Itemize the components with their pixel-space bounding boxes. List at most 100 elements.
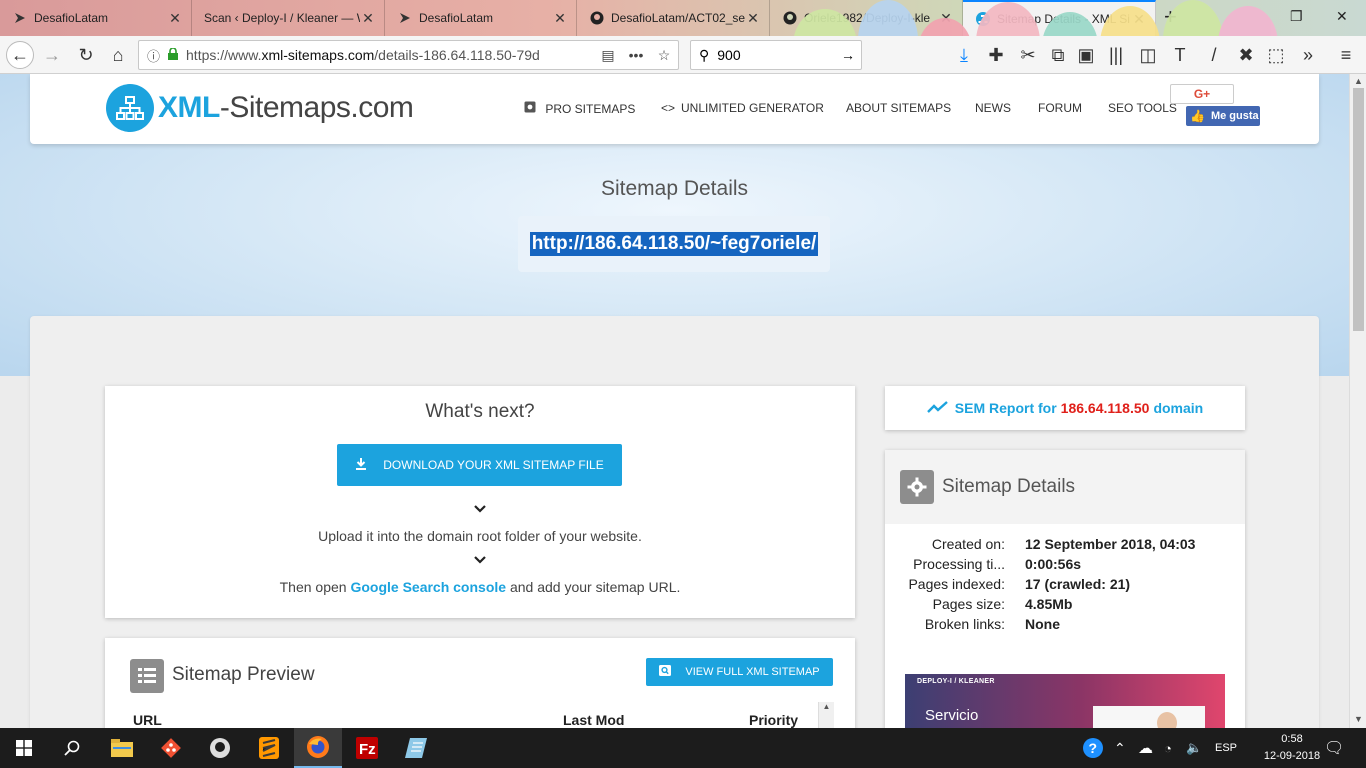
back-button[interactable]: ← xyxy=(6,41,34,69)
scrollbar-thumb[interactable] xyxy=(1353,88,1364,331)
nav-label: PRO SITEMAPS xyxy=(545,102,636,116)
paste-icon[interactable]: ▣ xyxy=(1072,41,1100,69)
close-window-icon[interactable]: ✕ xyxy=(1336,8,1348,25)
start-button[interactable] xyxy=(0,728,48,768)
more-actions-icon[interactable]: ••• xyxy=(622,47,650,63)
copy-icon[interactable]: ⧉ xyxy=(1044,41,1072,69)
browser-tab[interactable]: DesafioLatam ✕ xyxy=(0,0,192,36)
text-tool-icon[interactable]: T xyxy=(1166,41,1194,69)
download-icon[interactable]: ⤓ xyxy=(950,41,978,69)
close-icon[interactable]: ✕ xyxy=(745,10,761,27)
nav-unlimited-generator[interactable]: <> UNLIMITED GENERATOR xyxy=(661,101,824,115)
browser-tab[interactable]: Scan ‹ Deploy-I / Kleaner — W ✕ xyxy=(192,0,385,36)
sitemap-preview-card: Sitemap Preview VIEW FULL XML SITEMAP UR… xyxy=(105,638,855,738)
svg-text:Fz: Fz xyxy=(359,741,376,758)
column-header-priority[interactable]: Priority xyxy=(749,712,798,728)
browser-tab-strip: DesafioLatam ✕ Scan ‹ Deploy-I / Kleaner… xyxy=(0,0,1366,36)
cut-icon[interactable]: ✂ xyxy=(1014,41,1042,69)
overflow-chevron-icon[interactable]: » xyxy=(1294,41,1322,69)
view-button-label: VIEW FULL XML SITEMAP xyxy=(685,666,820,678)
tab-label: DesafioLatam xyxy=(419,11,494,25)
close-icon[interactable]: ✕ xyxy=(1131,11,1147,28)
reload-button[interactable]: ↻ xyxy=(72,41,100,69)
sem-report-card[interactable]: SEM Report for 186.64.118.50 domain xyxy=(885,386,1245,430)
detail-value: 4.85Mb xyxy=(1025,596,1073,612)
nav-label: ABOUT SITEMAPS xyxy=(846,101,952,115)
promo-banner-image[interactable]: DEPLOY-I / KLEANER Servicio xyxy=(905,674,1225,734)
restore-window-icon[interactable]: ❐ xyxy=(1290,8,1303,25)
chevron-up-icon[interactable]: ⌃ xyxy=(1114,728,1126,768)
info-icon[interactable]: ⓘ xyxy=(147,46,160,65)
new-tab-button[interactable]: + xyxy=(1164,4,1177,30)
bookmark-star-icon[interactable]: ☆ xyxy=(650,47,678,64)
nav-about-sitemaps[interactable]: ABOUT SITEMAPS xyxy=(846,101,951,115)
home-button[interactable]: ⌂ xyxy=(104,41,132,69)
forward-button[interactable]: → xyxy=(38,41,66,69)
hamburger-menu-icon[interactable]: ≡ xyxy=(1332,41,1360,69)
search-input[interactable]: ⚲ 900 → xyxy=(690,40,862,70)
sitemap-url[interactable]: http://186.64.118.50/~feg7oriele/ xyxy=(529,232,819,256)
help-icon[interactable]: ? xyxy=(1082,728,1104,768)
address-bar[interactable]: ⓘ https://www.xml-sitemaps.com/details-1… xyxy=(138,40,679,70)
column-header-url[interactable]: URL xyxy=(133,712,162,728)
sublime-text-button[interactable] xyxy=(245,728,293,768)
language-indicator[interactable]: ESP xyxy=(1215,728,1237,768)
search-button[interactable] xyxy=(48,728,96,768)
url-domain: xml-sitemaps.com xyxy=(261,47,375,63)
nav-forum[interactable]: FORUM xyxy=(1038,101,1082,115)
extension-icon[interactable]: ✖ xyxy=(1232,41,1260,69)
download-sitemap-button[interactable]: DOWNLOAD YOUR XML SITEMAP FILE xyxy=(337,444,622,486)
scroll-up-icon[interactable]: ▲ xyxy=(1350,76,1366,86)
sitemap-url-box[interactable]: http://186.64.118.50/~feg7oriele/ xyxy=(518,216,830,272)
close-icon[interactable]: ✕ xyxy=(552,10,568,27)
file-explorer-button[interactable] xyxy=(98,728,146,768)
sitemap-logo-icon xyxy=(106,84,154,132)
browser-tab-active[interactable]: Sitemap Details - XML Si ✕ xyxy=(963,0,1156,36)
browser-tab[interactable]: DesafioLatam ✕ xyxy=(385,0,577,36)
volume-icon[interactable]: 🔈 xyxy=(1186,728,1202,768)
clock[interactable]: 0:58 12-09-2018 xyxy=(1262,731,1322,765)
screenshot-icon[interactable]: ⬚ xyxy=(1262,41,1290,69)
close-icon[interactable]: ✕ xyxy=(938,10,954,27)
detail-key: Pages indexed: xyxy=(908,576,1005,592)
scroll-up-icon[interactable]: ▲ xyxy=(819,702,834,711)
notepad-app-button[interactable] xyxy=(392,728,440,768)
url-path: /details-186.64.118.50-79d xyxy=(374,47,540,63)
site-logo[interactable]: XML-Sitemaps.com xyxy=(106,84,414,132)
cloud-icon[interactable]: ☁ xyxy=(1138,728,1153,768)
firefox-button[interactable] xyxy=(294,728,342,768)
nav-pro-sitemaps[interactable]: PRO SITEMAPS xyxy=(524,101,635,116)
facebook-like-button[interactable]: 👍 Me gusta xyxy=(1186,106,1260,126)
google-plus-button[interactable]: G+ xyxy=(1170,84,1234,104)
scroll-down-icon[interactable]: ▼ xyxy=(1350,714,1366,724)
library-icon[interactable]: ||| xyxy=(1102,41,1130,69)
windows-icon xyxy=(16,740,32,756)
column-header-last-mod[interactable]: Last Mod xyxy=(563,712,624,728)
eyedropper-icon[interactable]: / xyxy=(1200,41,1228,69)
whats-next-card: What's next? DOWNLOAD YOUR XML SITEMAP F… xyxy=(105,386,855,618)
wifi-icon[interactable]: ◔ xyxy=(1164,728,1172,768)
detail-row: Created on: 12 September 2018, 04:03 xyxy=(885,536,1245,556)
go-arrow-icon[interactable]: → xyxy=(841,47,855,63)
detail-value: 0:00:56s xyxy=(1025,556,1082,572)
detail-key: Created on: xyxy=(931,536,1005,552)
close-icon[interactable]: ✕ xyxy=(167,10,183,27)
close-icon[interactable]: ✕ xyxy=(360,10,376,27)
git-app-button[interactable] xyxy=(147,728,195,768)
notifications-icon[interactable]: 🗨 xyxy=(1324,728,1344,768)
view-full-sitemap-button[interactable]: VIEW FULL XML SITEMAP xyxy=(646,658,833,686)
github-desktop-button[interactable] xyxy=(196,728,244,768)
browser-tab[interactable]: DesafioLatam/ACT02_se ✕ xyxy=(577,0,770,36)
nav-news[interactable]: NEWS xyxy=(975,101,1011,115)
reader-view-icon[interactable]: ▤ xyxy=(594,47,622,64)
sidebar-icon[interactable]: ◫ xyxy=(1134,41,1162,69)
google-search-console-link[interactable]: Google Search console xyxy=(350,579,506,595)
nav-seo-tools[interactable]: SEO TOOLS xyxy=(1108,101,1177,115)
filezilla-button[interactable]: Fz xyxy=(343,728,391,768)
details-header: Sitemap Details xyxy=(885,450,1245,524)
browser-tab[interactable]: Oriele1982/Deploy-I-kle ✕ xyxy=(770,0,963,36)
instruction-suffix: and add your sitemap URL. xyxy=(506,579,681,595)
page-scrollbar[interactable]: ▲ ▼ xyxy=(1349,74,1366,728)
extension-puzzle-icon[interactable]: ✚ xyxy=(982,41,1010,69)
address-text[interactable]: https://www.xml-sitemaps.com/details-186… xyxy=(186,47,594,63)
